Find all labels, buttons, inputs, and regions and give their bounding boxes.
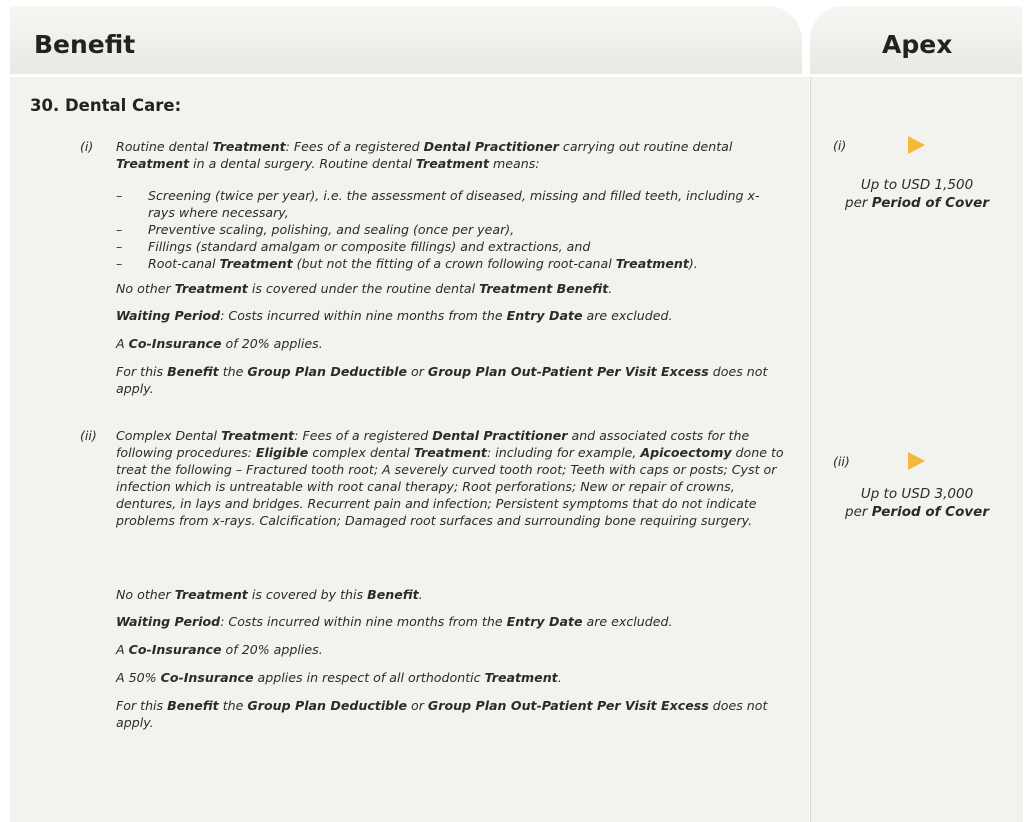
item-ii-number: (ii) [80,428,97,443]
apex-item-ii-period: Period of Cover [871,504,989,520]
item-i-bullet-2: Preventive scaling, polishing, and seali… [148,222,515,237]
apex-item-ii-amount: Up to USD 3,000 [860,486,974,502]
apex-item-ii-limit: Up to USD 3,000 per Period of Cover [812,485,1022,521]
item-i-intro: Routine dental Treatment: Fees of a regi… [116,139,733,171]
item-ii-waiting-period: Waiting Period: Costs incurred within ni… [116,614,673,629]
item-i-bullet-4: Root-canal Treatment (but not the fittin… [148,256,698,271]
item-i-number: (i) [80,139,94,154]
section-title: 30. Dental Care: [30,96,182,115]
apex-item-i-limit: Up to USD 1,500 per Period of Cover [812,176,1022,212]
item-ii-deductible-note: For this Benefit the Group Plan Deductib… [116,698,768,730]
apex-header-title: Apex [882,30,953,59]
apex-item-ii-per: per [845,504,872,520]
arrow-right-icon [908,136,925,154]
item-ii-intro: Complex Dental Treatment: Fees of a regi… [116,428,784,528]
item-i-bullet-1: Screening (twice per year), i.e. the ass… [148,188,760,220]
item-i-no-other: No other Treatment is covered under the … [116,281,613,296]
benefit-column-header: Benefit [10,6,802,74]
item-ii-no-other: No other Treatment is covered by this Be… [116,587,423,602]
bullet-dash: – [116,256,123,271]
benefit-header-title: Benefit [34,30,136,59]
item-i-waiting-period: Waiting Period: Costs incurred within ni… [116,308,673,323]
item-i-co-insurance: A Co-Insurance of 20% applies. [116,336,323,351]
bullet-dash: – [116,222,123,237]
arrow-right-icon [908,452,925,470]
apex-item-i-number: (i) [833,138,847,153]
bullet-dash: – [116,188,123,203]
bullet-dash: – [116,239,123,254]
apex-item-i-per: per [845,195,872,211]
apex-item-i-amount: Up to USD 1,500 [860,177,974,193]
item-i-deductible-note: For this Benefit the Group Plan Deductib… [116,364,768,396]
item-ii-co-insurance: A Co-Insurance of 20% applies. [116,642,323,657]
apex-column-header: Apex [810,6,1022,74]
item-ii-orthodontic-note: A 50% Co-Insurance applies in respect of… [116,670,562,685]
apex-item-i-period: Period of Cover [871,195,989,211]
item-i-bullet-3: Fillings (standard amalgam or composite … [148,239,591,254]
apex-item-ii-number: (ii) [833,454,850,469]
